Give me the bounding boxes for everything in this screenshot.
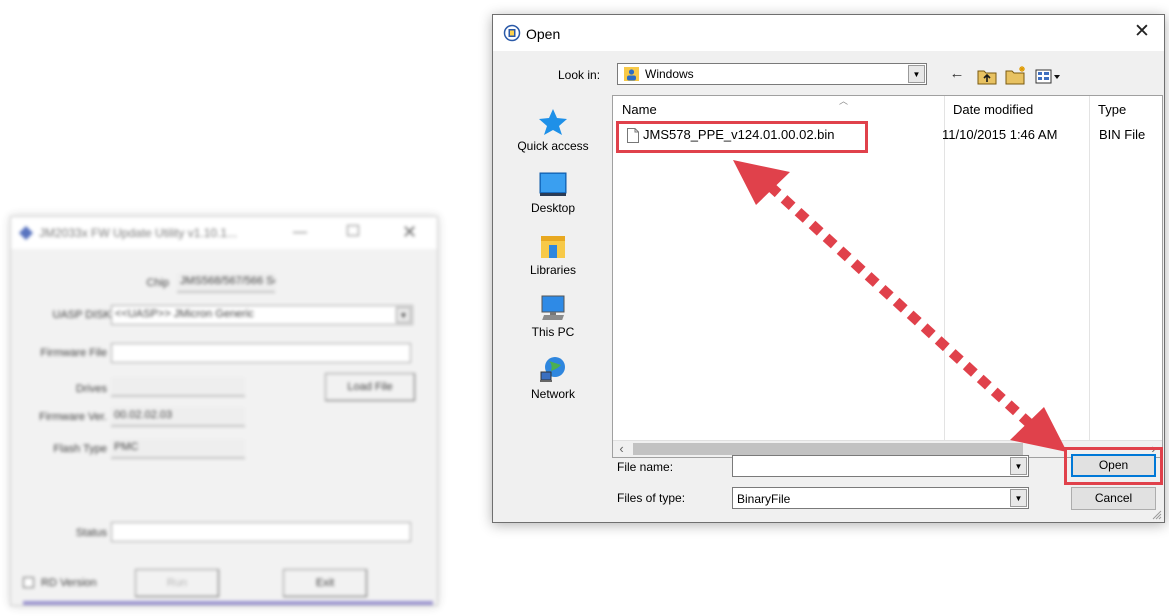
utility-title: JM2033x FW Update Utility v1.10.1... — [39, 226, 238, 240]
place-network[interactable]: Network — [503, 355, 603, 401]
files-of-type-label: Files of type: — [617, 491, 686, 505]
firmware-ver-value: 00.02.02.03 — [111, 407, 245, 427]
chip-label: Chip — [146, 277, 169, 289]
flash-type-value: PMC — [111, 439, 245, 459]
file-list[interactable]: ︿ Name Date modified Type JMS578_PPE_v12… — [612, 95, 1163, 458]
firmware-ver-label: Firmware Ver. — [39, 411, 107, 423]
look-in-label: Look in: — [558, 68, 601, 82]
place-this-pc[interactable]: This PC — [503, 293, 603, 339]
new-folder-icon[interactable] — [1005, 64, 1027, 86]
exit-button[interactable]: Exit — [283, 569, 367, 597]
computer-icon — [541, 295, 565, 320]
desktop-icon — [539, 172, 567, 196]
places-bar: Quick access Desktop Libraries This PC N… — [503, 95, 603, 485]
chip-value: JMS568/567/566 Series — [177, 273, 275, 293]
place-label: Network — [530, 387, 575, 401]
firmware-file-label: Firmware File — [40, 347, 107, 359]
column-header-date-modified[interactable]: Date modified — [953, 102, 1033, 117]
drives-label: Drives — [75, 383, 107, 395]
look-in-combo[interactable]: Windows ▼ — [617, 63, 927, 85]
file-name: JMS578_PPE_v124.01.00.02.bin — [643, 127, 835, 142]
load-file-button[interactable]: Load File — [325, 373, 415, 401]
sort-ascending-icon: ︿ — [839, 96, 849, 106]
scroll-left-icon[interactable]: ‹ — [613, 441, 630, 457]
close-icon[interactable]: ✕ — [402, 222, 417, 243]
maximize-icon[interactable] — [347, 225, 359, 236]
uasp-disk-value: <<UASP>> JMicron Generic — [115, 308, 254, 320]
column-divider[interactable] — [1089, 96, 1090, 441]
rd-version-label: RD Version — [41, 577, 97, 589]
file-date-modified: 11/10/2015 1:46 AM — [942, 127, 1058, 142]
dialog-app-icon — [503, 24, 521, 42]
utility-titlebar: JM2033x FW Update Utility v1.10.1... — ✕ — [11, 217, 437, 249]
resize-grip-icon[interactable] — [1150, 508, 1162, 520]
progress-bar — [23, 601, 433, 605]
place-label: Libraries — [529, 263, 577, 277]
chevron-down-icon[interactable]: ▼ — [396, 307, 411, 323]
cancel-button[interactable]: Cancel — [1071, 487, 1156, 510]
up-folder-icon[interactable] — [977, 65, 997, 87]
file-type: BIN File — [1099, 127, 1146, 142]
dialog-titlebar: Open ✕ — [493, 15, 1164, 51]
app-diamond-icon — [19, 226, 33, 240]
place-quick-access[interactable]: Quick access — [503, 107, 603, 153]
fw-update-utility-window: JM2033x FW Update Utility v1.10.1... — ✕… — [10, 216, 438, 606]
flash-type-label: Flash Type — [53, 443, 107, 455]
minimize-icon[interactable]: — — [293, 223, 307, 239]
chevron-down-icon[interactable]: ▼ — [1010, 457, 1027, 475]
libraries-icon — [541, 236, 565, 258]
place-desktop[interactable]: Desktop — [503, 169, 603, 215]
view-menu-icon[interactable] — [1035, 66, 1063, 88]
file-row[interactable]: JMS578_PPE_v124.01.00.02.bin 11/10/2015 … — [619, 124, 1159, 146]
file-name-combo[interactable]: ▼ — [732, 455, 1029, 477]
column-divider[interactable] — [944, 96, 945, 441]
place-label: Quick access — [517, 139, 589, 153]
place-label: This PC — [531, 325, 575, 339]
user-folder-icon — [624, 67, 639, 81]
status-field — [111, 522, 411, 542]
dialog-title: Open — [526, 26, 561, 42]
firmware-file-input[interactable] — [111, 343, 411, 363]
file-icon — [627, 128, 639, 143]
file-name-input[interactable] — [735, 457, 1005, 475]
uasp-disk-select[interactable]: <<UASP>> JMicron Generic ▼ — [111, 305, 413, 325]
place-label: Desktop — [530, 201, 576, 215]
status-label: Status — [75, 527, 107, 539]
network-icon — [540, 357, 565, 382]
open-file-dialog: Open ✕ Look in: Windows ▼ ← Quick access — [492, 14, 1165, 523]
rd-version-checkbox[interactable] — [23, 577, 34, 588]
back-arrow-icon[interactable]: ← — [948, 63, 966, 85]
open-button[interactable]: Open — [1071, 454, 1156, 477]
drives-field — [111, 377, 245, 397]
chevron-down-icon[interactable]: ▼ — [908, 65, 925, 83]
look-in-value: Windows — [645, 67, 694, 81]
place-libraries[interactable]: Libraries — [503, 231, 603, 277]
uasp-disk-label: UASP DISK — [52, 309, 112, 321]
files-of-type-combo[interactable]: BinaryFile ▼ — [732, 487, 1029, 509]
column-header-type[interactable]: Type — [1098, 102, 1126, 117]
run-button[interactable]: Run — [135, 569, 219, 597]
close-icon[interactable]: ✕ — [1128, 21, 1156, 45]
chevron-down-icon[interactable]: ▼ — [1010, 489, 1027, 507]
star-icon — [539, 109, 567, 135]
file-name-label: File name: — [617, 460, 674, 474]
column-header-name[interactable]: Name — [622, 102, 657, 117]
scroll-thumb[interactable] — [633, 443, 1023, 455]
files-of-type-value: BinaryFile — [737, 492, 791, 506]
